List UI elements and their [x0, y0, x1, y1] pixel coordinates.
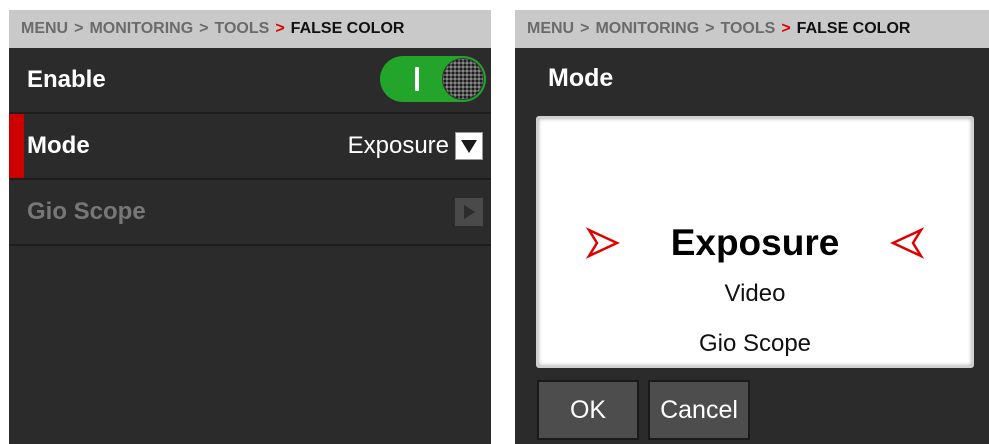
selection-indicator: [9, 114, 24, 178]
breadcrumb-tools[interactable]: TOOLS: [721, 20, 776, 38]
breadcrumb-tools[interactable]: TOOLS: [215, 20, 270, 38]
toggle-on-indicator: [415, 67, 419, 91]
picker-title: Mode: [548, 63, 614, 92]
breadcrumb: MENU > MONITORING > TOOLS > FALSE COLOR: [9, 10, 491, 48]
mode-label: Mode: [27, 132, 90, 159]
breadcrumb-monitoring[interactable]: MONITORING: [89, 20, 193, 38]
ok-button[interactable]: OK: [537, 380, 639, 440]
picker-option[interactable]: Gio Scope: [538, 330, 972, 358]
mode-row[interactable]: Mode Exposure: [9, 114, 491, 180]
breadcrumb-separator: >: [74, 20, 84, 37]
chevron-down-icon[interactable]: [455, 132, 483, 160]
chevron-right-icon: [455, 198, 483, 226]
breadcrumb-separator: >: [705, 20, 715, 37]
enable-label: Enable: [27, 66, 106, 93]
mode-picker[interactable]: Exposure Video Gio Scope: [536, 116, 974, 368]
mode-dropdown[interactable]: Exposure: [348, 132, 483, 160]
enable-row[interactable]: Enable: [9, 48, 491, 114]
breadcrumb-menu[interactable]: MENU: [527, 20, 574, 38]
breadcrumb: MENU > MONITORING > TOOLS > FALSE COLOR: [515, 10, 989, 48]
cancel-button[interactable]: Cancel: [648, 380, 750, 440]
picker-option[interactable]: Video: [538, 280, 972, 308]
breadcrumb-separator-active: >: [781, 20, 791, 37]
breadcrumb-monitoring[interactable]: MONITORING: [595, 20, 699, 38]
breadcrumb-separator: >: [580, 20, 590, 37]
mode-value: Exposure: [347, 132, 449, 159]
mode-picker-panel: MENU > MONITORING > TOOLS > FALSE COLOR …: [515, 10, 989, 444]
breadcrumb-separator-active: >: [275, 20, 285, 37]
picker-arrow-right-icon: [890, 227, 924, 259]
false-color-menu-panel: MENU > MONITORING > TOOLS > FALSE COLOR …: [9, 10, 491, 444]
gio-scope-row: Gio Scope: [9, 180, 491, 246]
breadcrumb-separator: >: [199, 20, 209, 37]
toggle-knob[interactable]: [442, 58, 484, 100]
gio-scope-label: Gio Scope: [27, 198, 146, 225]
breadcrumb-current: FALSE COLOR: [290, 20, 405, 37]
breadcrumb-current: FALSE COLOR: [796, 20, 911, 37]
breadcrumb-menu[interactable]: MENU: [21, 20, 68, 38]
enable-toggle[interactable]: [380, 56, 486, 102]
